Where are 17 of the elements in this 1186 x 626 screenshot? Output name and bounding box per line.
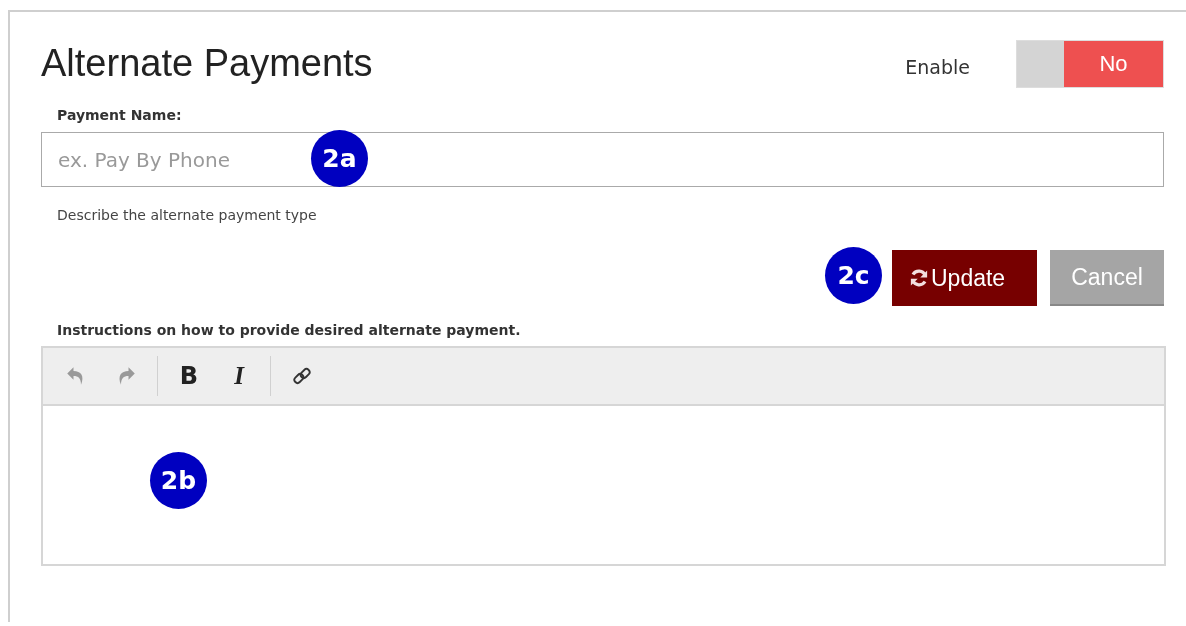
italic-button[interactable]: I	[214, 358, 264, 394]
editor-body[interactable]: 2b	[43, 406, 1164, 564]
editor-label: Instructions on how to provide desired alternate payment.	[57, 322, 522, 338]
page-title: Alternate Payments	[41, 42, 373, 85]
enable-toggle[interactable]: No	[1016, 39, 1164, 88]
help-text: Describe the alternate payment type	[57, 207, 318, 223]
callout-marker: 2b	[150, 452, 207, 509]
rich-text-editor[interactable]: B I 2b	[41, 346, 1166, 566]
update-button[interactable]: Update	[892, 250, 1037, 306]
link-icon	[292, 366, 312, 386]
bold-button[interactable]: B	[164, 358, 214, 394]
enable-label: Enable	[905, 55, 970, 78]
refresh-icon	[909, 268, 929, 288]
field-label: Payment Name:	[57, 107, 183, 123]
toggle-knob	[1017, 40, 1064, 87]
callout-marker: 2c	[825, 247, 882, 304]
toggle-state: No	[1064, 40, 1163, 87]
